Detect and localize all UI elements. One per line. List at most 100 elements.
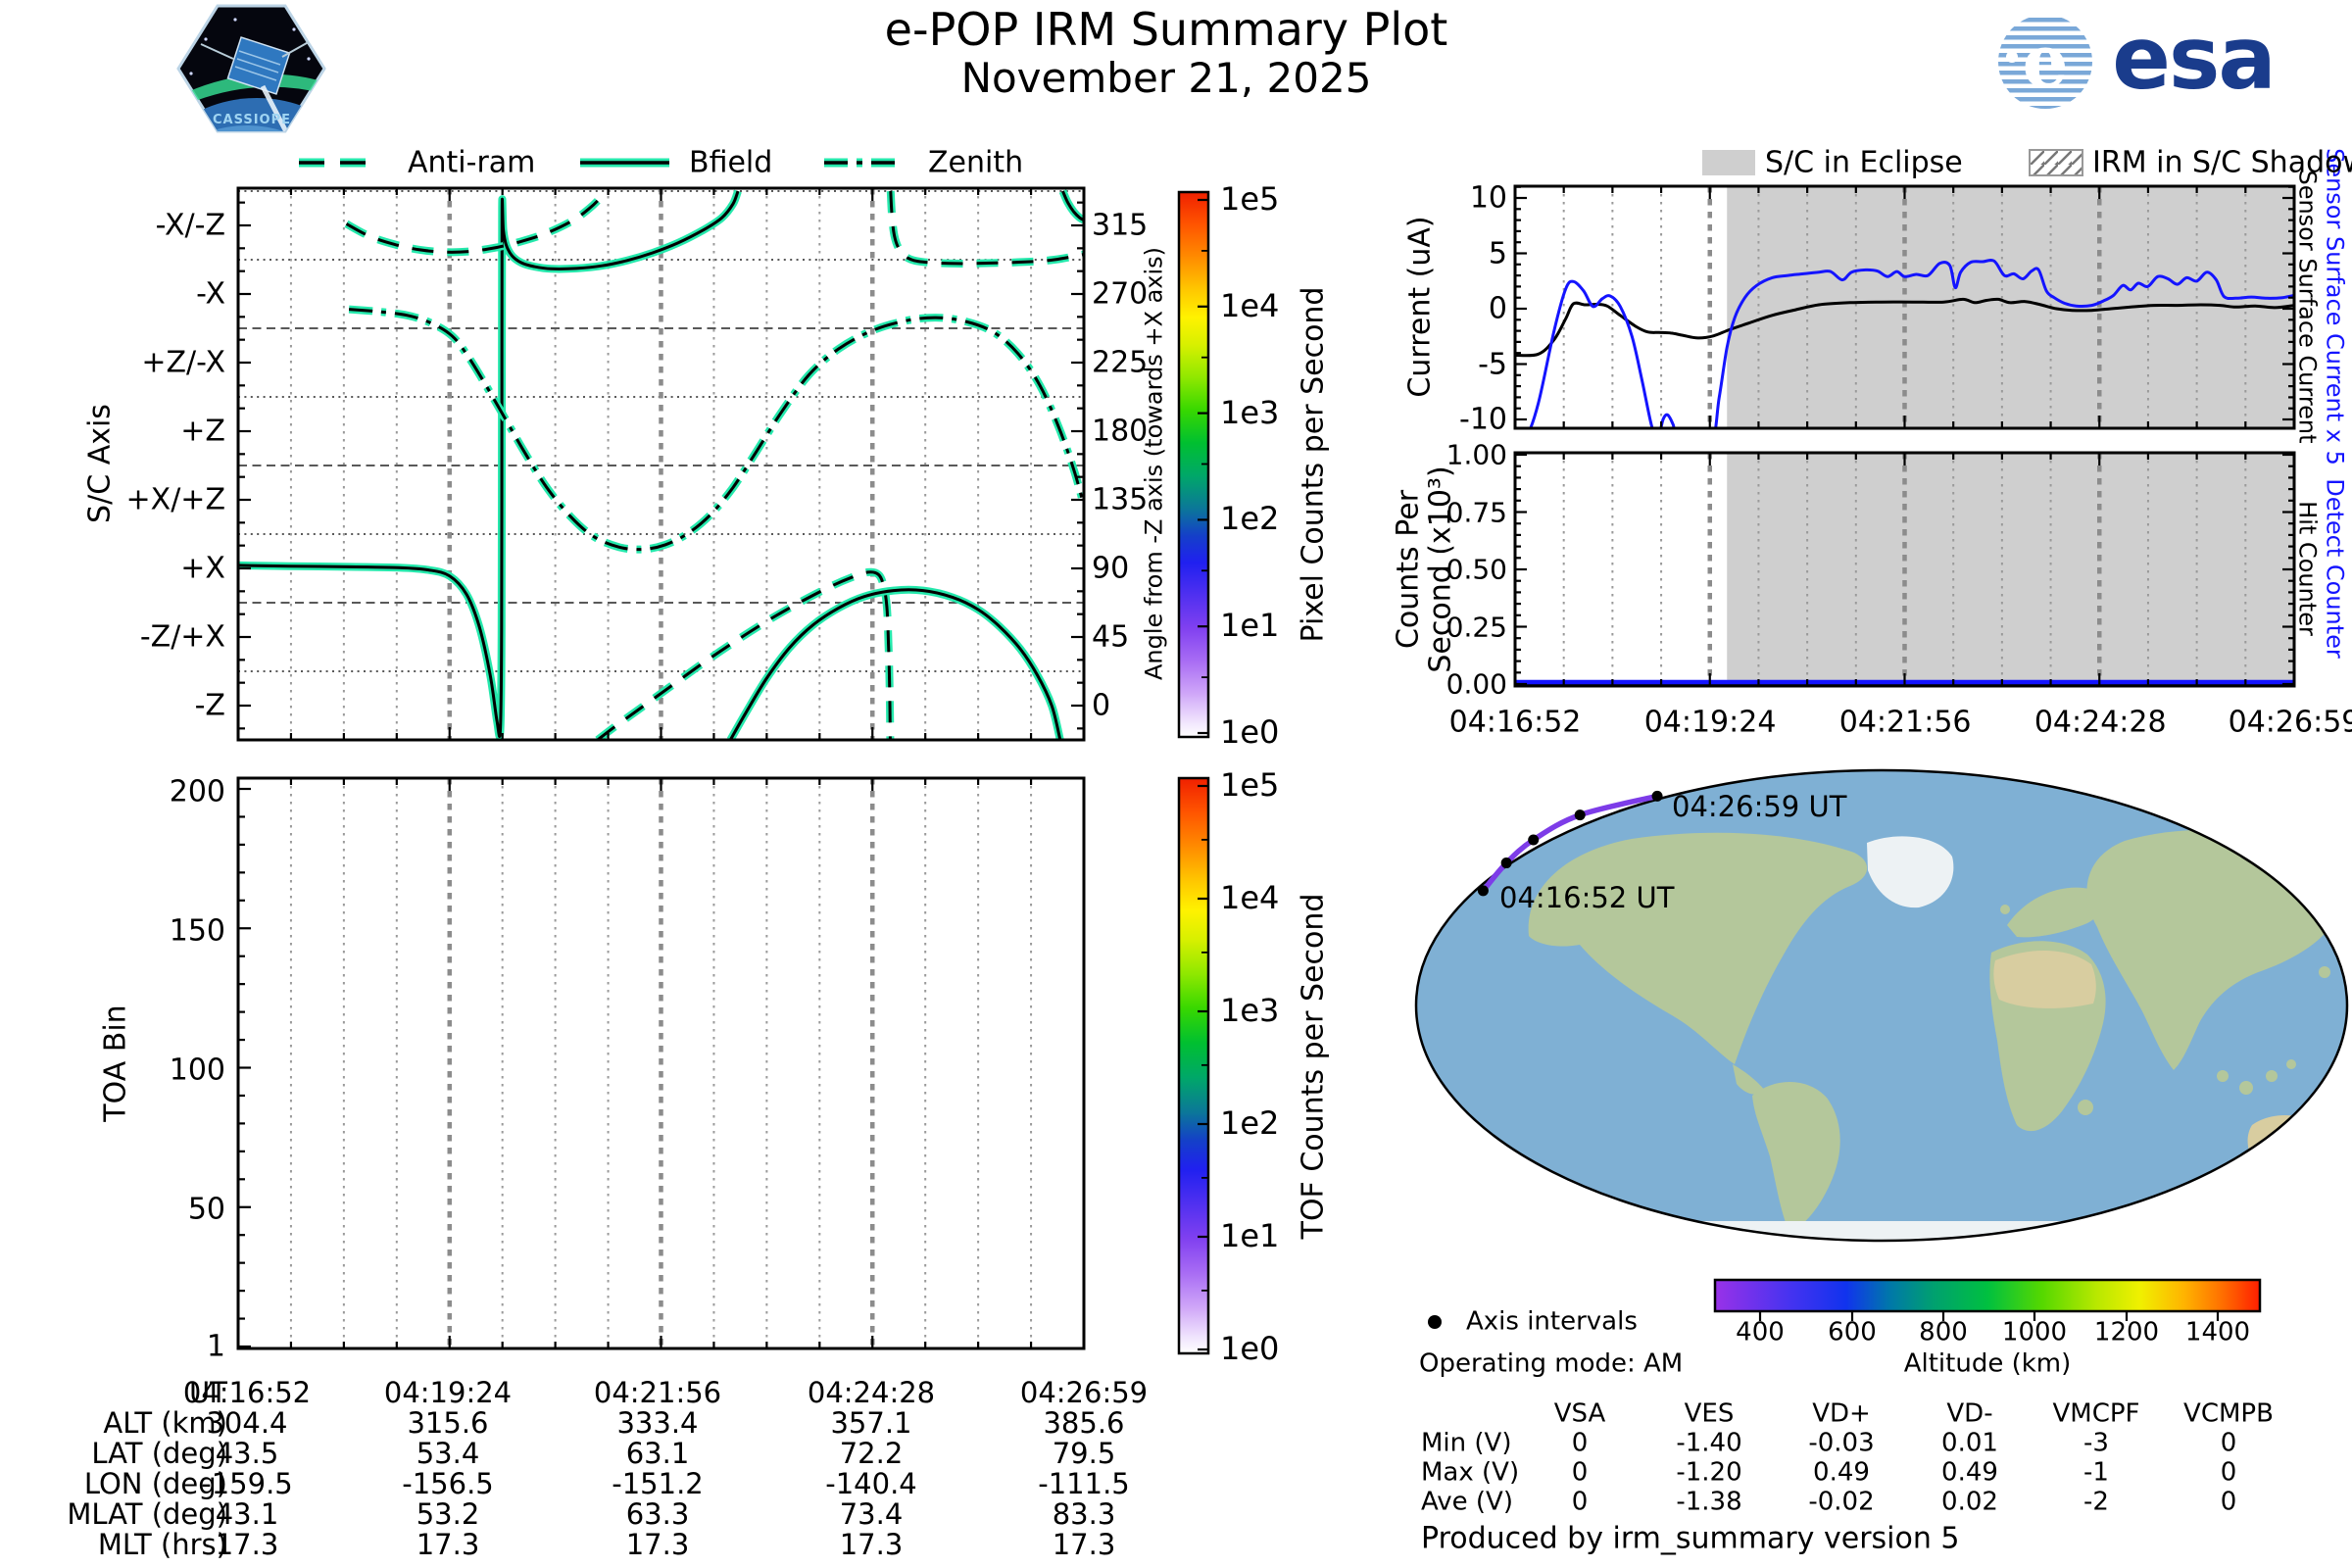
current-ytick-label: 5 <box>1488 235 1507 270</box>
sc-axis-ytick-label: -Z/+X <box>139 619 225 655</box>
track-start-time-label: 04:16:52 UT <box>1499 880 1675 914</box>
pixel-colorbar-label: Pixel Counts per Second <box>1296 286 1331 643</box>
sc-axis-ytick-label: -X <box>196 276 225 312</box>
current-ytick-label: -10 <box>1459 402 1507 437</box>
toa-ytick-label: 100 <box>169 1053 225 1088</box>
ephemeris-value: 53.4 <box>416 1436 480 1470</box>
ephemeris-value: 357.1 <box>830 1405 912 1440</box>
voltage-value: 0.01 <box>1941 1428 1998 1458</box>
hit-counter-label: Hit Counter <box>2293 501 2322 636</box>
esa-wordmark: esa <box>2112 7 2276 109</box>
voltage-value: 0 <box>1571 1457 1589 1488</box>
sensor-surface-current-label: Sensor Surface Current <box>2293 170 2322 444</box>
ephemeris-value: 333.4 <box>616 1405 699 1440</box>
tof-colorbar-label: TOF Counts per Second <box>1296 893 1331 1240</box>
time-xtick-label: 04:19:24 <box>1643 705 1777 740</box>
axis-intervals-label: Axis intervals <box>1466 1306 1638 1337</box>
tof-colorbar-tick-label: 1e3 <box>1220 992 1280 1030</box>
angle-axis-label: Angle from -Z axis (towards +X axis) <box>1140 246 1168 681</box>
time-xtick-label: 04:26:59 <box>2228 705 2352 740</box>
pixel-colorbar-tick-label: 1e4 <box>1220 287 1280 324</box>
ephemeris-value: 304.4 <box>206 1405 288 1440</box>
tof-colorbar-tick-label: 1e1 <box>1220 1217 1280 1255</box>
angle-ytick-label: 135 <box>1092 482 1149 517</box>
tof-colorbar-tick-label: 1e0 <box>1220 1330 1280 1368</box>
altitude-tick-label: 400 <box>1736 1317 1785 1348</box>
voltage-value: 0 <box>1571 1428 1589 1458</box>
sc-axis-ytick-label: -X/-Z <box>155 208 225 243</box>
irm-summary-plot-page: CASSIOPE e e-POP IRM Summary Plot Novembe… <box>0 0 2352 1568</box>
counts-ytick-label: 0.75 <box>1446 495 1507 528</box>
pixel-colorbar-tick-label: 1e1 <box>1220 607 1280 645</box>
tof-colorbar-tick-label: 1e4 <box>1220 879 1280 917</box>
current-ytick-label: 10 <box>1469 180 1507 216</box>
time-xtick-label: 04:21:56 <box>1838 705 1972 740</box>
legend-eclipse-label: S/C in Eclipse <box>1765 145 1963 180</box>
ephemeris-value: 53.2 <box>416 1496 480 1531</box>
angle-ytick-label: 225 <box>1092 345 1149 380</box>
sensor-surface-current-x5-label: Sensor Surface Current x 5 <box>2321 148 2349 466</box>
toa-ytick-label: 50 <box>187 1192 225 1227</box>
voltage-column-header: VES <box>1684 1398 1735 1429</box>
legend-zenith-label: Zenith <box>928 145 1024 180</box>
voltage-value: 0.49 <box>1813 1457 1870 1488</box>
voltage-value: -0.02 <box>1808 1487 1875 1517</box>
pixel-colorbar-tick-label: 1e3 <box>1220 393 1280 431</box>
sc-axis-ytick-label: +Z <box>180 414 225 449</box>
altitude-tick-label: 1200 <box>2093 1317 2160 1348</box>
tof-colorbar-tick-label: 1e5 <box>1220 766 1280 805</box>
voltage-column-header: VSA <box>1553 1398 1606 1429</box>
ephemeris-value: 79.5 <box>1052 1436 1116 1470</box>
pixel-colorbar-tick-label: 1e0 <box>1220 713 1280 752</box>
angle-ytick-label: 90 <box>1092 551 1130 586</box>
plot-canvas: CASSIOPE e <box>176 4 2349 1355</box>
cassiope-patch-label: CASSIOPE <box>213 113 291 127</box>
ephemeris-value: -159.5 <box>201 1466 293 1500</box>
counts-ytick-label: 0.25 <box>1446 610 1507 643</box>
pixel-colorbar-tick-label: 1e2 <box>1220 500 1280 538</box>
page-title: e-POP IRM Summary Plot <box>884 2 1448 56</box>
voltage-value: -1.20 <box>1676 1457 1742 1488</box>
detect-counter-label: Detect Counter <box>2321 478 2349 659</box>
toa-ytick-label: 150 <box>169 913 225 949</box>
current-ytick-label: -5 <box>1478 346 1507 381</box>
voltage-value: 0.02 <box>1941 1487 1998 1517</box>
page-subtitle-date: November 21, 2025 <box>960 53 1372 102</box>
altitude-bar-label: Altitude (km) <box>1903 1348 2072 1379</box>
ephemeris-row-label: LAT (deg) <box>91 1436 227 1470</box>
esa-logo: e <box>1998 15 2092 109</box>
voltage-value: -2 <box>2083 1487 2109 1517</box>
ephemeris-value: 17.3 <box>625 1527 690 1561</box>
counts-ytick-label: 0.00 <box>1446 667 1507 701</box>
voltage-value: 0 <box>2220 1428 2237 1458</box>
voltage-column-header: VD- <box>1946 1398 1993 1429</box>
ephemeris-value: 17.3 <box>1052 1527 1116 1561</box>
produced-by-note: Produced by irm_summary version 5 <box>1421 1521 1960 1556</box>
counts-ylabel-line1: Counts Per <box>1391 489 1426 650</box>
voltage-value: -1 <box>2083 1457 2109 1488</box>
toa-ytick-label: 200 <box>169 774 225 809</box>
time-xtick-label: 04:16:52 <box>1448 705 1582 740</box>
ephemeris-value: 04:16:52 <box>182 1375 312 1409</box>
ephemeris-value: 04:26:59 <box>1019 1375 1149 1409</box>
voltage-column-header: VD+ <box>1812 1398 1871 1429</box>
counts-ytick-label: 0.50 <box>1446 553 1507 586</box>
voltage-value: -3 <box>2083 1428 2109 1458</box>
sc-axis-ytick-label: -Z <box>194 688 225 723</box>
current-ylabel: Current (uA) <box>1402 216 1438 398</box>
ephemeris-value: 04:19:24 <box>383 1375 513 1409</box>
sc-axis-ytick-label: +X/+Z <box>125 482 225 517</box>
sc-axis-ylabel: S/C Axis <box>82 404 118 523</box>
voltage-value: -1.38 <box>1676 1487 1742 1517</box>
angle-ytick-label: 45 <box>1092 619 1130 655</box>
ephemeris-value: 43.5 <box>215 1436 279 1470</box>
counts-ytick-label: 1.00 <box>1446 438 1507 471</box>
legend-shadow-label: IRM in S/C Shadow <box>2092 145 2352 180</box>
ephemeris-value: 17.3 <box>839 1527 904 1561</box>
voltage-value: 0 <box>1571 1487 1589 1517</box>
ephemeris-value: -140.4 <box>825 1466 917 1500</box>
legend-anti-ram-label: Anti-ram <box>408 145 536 180</box>
sc-axis-ytick-label: +Z/-X <box>141 345 225 380</box>
voltage-row-label: Min (V) <box>1421 1428 1512 1458</box>
altitude-tick-label: 1400 <box>2184 1317 2251 1348</box>
